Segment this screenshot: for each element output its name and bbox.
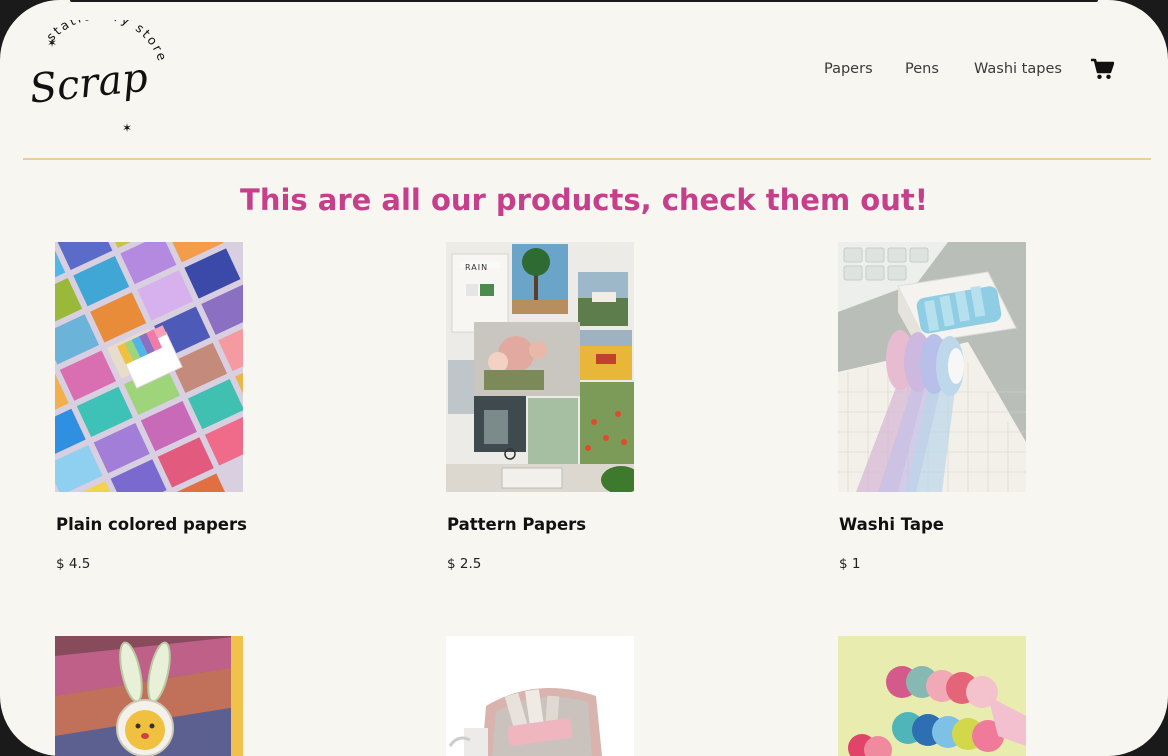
logo-ring-text: stationery store [43, 7, 168, 64]
product-name[interactable]: Plain colored papers [56, 515, 247, 534]
product-price: $ 4.5 [56, 556, 91, 572]
nav-washi-tapes-link[interactable]: Washi tapes [974, 61, 1062, 77]
logo-graphic: stationery store ✶ ✶ Scrap [27, 7, 168, 135]
product-price: $ 2.5 [447, 556, 482, 572]
shopping-cart-icon[interactable] [1090, 58, 1115, 80]
svg-text:stationery store: stationery store [43, 20, 166, 65]
pencil-case-image[interactable] [446, 636, 634, 756]
washi-tape-set-image[interactable] [838, 636, 1026, 756]
page-headline: This are all our products, check them ou… [240, 183, 928, 217]
brand-logo[interactable]: stationery store ✶ ✶ Scrap [26, 7, 168, 140]
nav-pens-link[interactable]: Pens [905, 61, 939, 77]
product-name[interactable]: Pattern Papers [447, 515, 586, 534]
svg-text:RAIN: RAIN [465, 263, 488, 272]
logo-script-text: Scrap [27, 55, 150, 113]
header-divider [23, 158, 1151, 160]
top-edge [70, 0, 1098, 2]
bunny-pen-image[interactable] [55, 636, 243, 756]
product-name[interactable]: Washi Tape [839, 515, 944, 534]
pattern-papers-image[interactable]: RAIN [446, 242, 634, 492]
washi-tape-image[interactable] [838, 242, 1026, 492]
product-price: $ 1 [839, 556, 861, 572]
page-frame: stationery store ✶ ✶ Scrap Papers Pens W… [0, 0, 1168, 756]
colored-papers-image[interactable] [55, 242, 243, 492]
logo-star-icon: ✶ [122, 121, 132, 135]
nav-papers-link[interactable]: Papers [824, 61, 873, 77]
logo-star-icon: ✶ [47, 36, 57, 50]
